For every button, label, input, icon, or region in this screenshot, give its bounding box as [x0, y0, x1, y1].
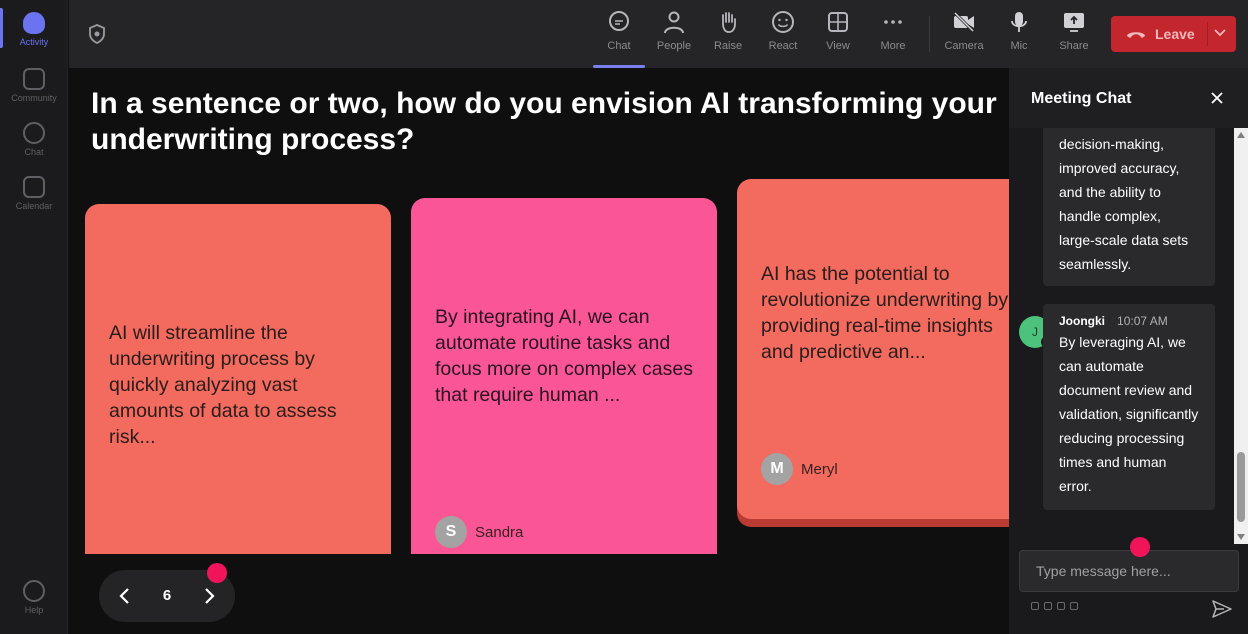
question-title: In a sentence or two, how do you envisio… [91, 87, 997, 156]
response-author: M Meryl [761, 453, 838, 485]
emoji-icon[interactable] [1057, 602, 1065, 610]
chat-scrollbar[interactable] [1234, 128, 1248, 544]
raise-hand-icon [722, 12, 736, 33]
chat-bubble-icon [609, 11, 629, 31]
chevron-down-icon[interactable] [1214, 29, 1226, 37]
attach-icon[interactable] [1044, 602, 1052, 610]
response-text-line: and predictive an... [761, 341, 926, 363]
rail-item-calendar[interactable]: Calendar [0, 176, 68, 211]
react-button-label: React [768, 40, 798, 52]
message-time: 10:07 AM [1117, 314, 1168, 328]
more-dots-icon [884, 20, 902, 24]
response-text: AI has the potential to revolutionize un… [761, 261, 1009, 365]
leave-button[interactable]: Leave [1111, 16, 1236, 52]
avatar: S [435, 516, 467, 548]
toolbar-divider [929, 16, 930, 52]
camera-off-icon [953, 11, 975, 33]
message-header: Joongki 10:07 AM [1059, 304, 1199, 328]
gif-icon[interactable] [1070, 602, 1078, 610]
people-button-label: People [656, 40, 692, 52]
raise-hand-button-label: Raise [713, 40, 743, 52]
react-button[interactable]: React [757, 10, 809, 60]
chat-message-list[interactable]: decision-making, improved accuracy, and … [1009, 128, 1234, 544]
shield-icon[interactable] [88, 24, 106, 44]
close-icon[interactable] [1209, 90, 1225, 106]
grid-view-icon [828, 12, 848, 32]
response-author: S Sandra [435, 516, 523, 548]
meeting-toolbar: Chat People Raise React View More Camera… [69, 0, 1248, 68]
whiteboard-stage: In a sentence or two, how do you envisio… [69, 68, 1009, 634]
chat-header: Meeting Chat [1009, 68, 1248, 128]
avatar-initial: J [1032, 325, 1038, 339]
response-card[interactable]: AI will streamline the underwriting proc… [85, 204, 391, 554]
more-button[interactable]: More [867, 10, 919, 60]
author-name: Meryl [801, 460, 838, 478]
rail-item-label: Help [24, 605, 44, 615]
view-button[interactable]: View [812, 10, 864, 60]
response-text: AI will streamline the underwriting proc… [109, 322, 337, 448]
response-text: By integrating AI, we can automate routi… [435, 306, 693, 406]
people-icon [664, 11, 684, 34]
scrollbar-thumb[interactable] [1237, 452, 1245, 522]
mic-icon [1011, 12, 1027, 32]
message-author: Joongki [1059, 314, 1106, 328]
rail-item-community[interactable]: Community [0, 68, 68, 103]
rail-item-label: Activity [19, 37, 49, 47]
rail-item-activity[interactable]: Activity [0, 12, 68, 47]
chevron-left-icon[interactable] [117, 586, 133, 606]
camera-button[interactable]: Camera [938, 10, 990, 60]
chat-message: decision-making, improved accuracy, and … [1043, 128, 1215, 286]
message-input-field[interactable] [1020, 551, 1238, 591]
rail-item-chat[interactable]: Chat [0, 122, 68, 157]
rail-item-label: Community [11, 93, 57, 103]
rail-item-label: Calendar [15, 201, 53, 211]
chat-title: Meeting Chat [1031, 90, 1132, 107]
response-card[interactable]: AI has the potential to revolutionize un… [737, 179, 1009, 519]
more-button-label: More [880, 40, 906, 52]
camera-button-label: Camera [944, 40, 984, 52]
avatar: M [761, 453, 793, 485]
pointer-marker [1130, 537, 1150, 557]
rail-item-help[interactable]: Help [0, 580, 68, 615]
formatting-toolbar [1031, 602, 1078, 610]
share-screen-icon [1064, 13, 1084, 32]
chat-icon [23, 122, 45, 144]
bell-icon [23, 12, 45, 34]
message-text: By leveraging AI, we can automate docume… [1059, 334, 1199, 494]
left-rail: Activity Community Chat Calendar Help [0, 0, 68, 634]
chat-message-input[interactable] [1019, 550, 1239, 592]
mic-button[interactable]: Mic [993, 10, 1045, 60]
send-icon[interactable] [1212, 600, 1232, 618]
calendar-icon [23, 176, 45, 198]
meeting-chat-panel: Meeting Chat decision-making, improved a… [1009, 68, 1248, 634]
community-icon [23, 68, 45, 90]
response-card[interactable]: By integrating AI, we can automate routi… [411, 198, 717, 554]
share-button[interactable]: Share [1048, 10, 1100, 60]
leave-button-label: Leave [1155, 26, 1195, 42]
chat-button-label: Chat [607, 40, 631, 52]
chevron-right-icon[interactable] [201, 586, 217, 606]
share-button-label: Share [1059, 40, 1089, 52]
leave-split-divider [1207, 22, 1208, 46]
pointer-marker [207, 563, 227, 583]
people-button[interactable]: People [648, 10, 700, 60]
smiley-icon [772, 11, 794, 33]
rail-item-label: Chat [24, 147, 44, 157]
scroll-up-arrow[interactable] [1237, 132, 1245, 138]
author-name: Sandra [475, 523, 524, 541]
chat-message: Joongki 10:07 AM By leveraging AI, we ca… [1043, 304, 1215, 510]
raise-hand-button[interactable]: Raise [702, 10, 754, 60]
chat-button[interactable]: Chat [593, 10, 645, 68]
format-icon[interactable] [1031, 602, 1039, 610]
message-text: decision-making, improved accuracy, and … [1059, 136, 1189, 272]
help-icon [23, 580, 45, 602]
view-button-label: View [826, 40, 850, 52]
hang-up-icon [1127, 32, 1145, 38]
response-text-line: AI has the potential to [761, 263, 950, 285]
scroll-down-arrow[interactable] [1237, 534, 1245, 540]
page-number: 6 [162, 587, 172, 604]
response-text-line: revolutionize underwriting by [761, 289, 1009, 311]
response-text-line: providing real-time insights [761, 315, 993, 337]
mic-button-label: Mic [1010, 40, 1028, 52]
